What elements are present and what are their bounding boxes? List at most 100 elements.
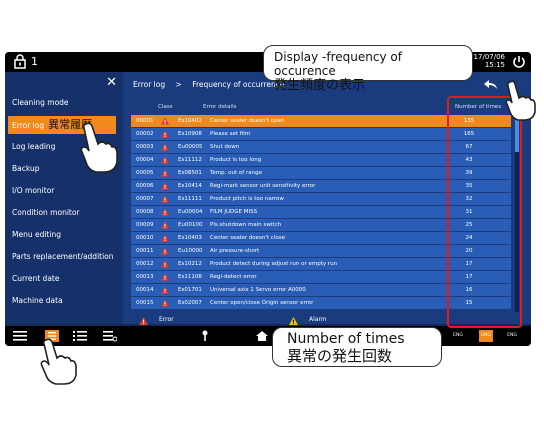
breadcrumb-current: Frequency of occurrence	[192, 80, 285, 89]
language-button-active[interactable]: ENG	[479, 330, 493, 342]
breadcrumb-root[interactable]: Error log	[133, 80, 165, 89]
error-code: Es11108	[178, 273, 202, 280]
error-details: Shut down	[210, 143, 240, 150]
back-arrow-icon[interactable]	[483, 79, 499, 91]
sidebar-item-label: Cleaning mode	[12, 98, 69, 107]
error-details: Regi-mark sensor unit sensitivity error	[210, 182, 316, 189]
sidebar-item-label: Current date	[12, 274, 60, 283]
error-details: Product pitch is too narrow	[210, 195, 284, 202]
sidebar-item-current-date[interactable]: Current date	[5, 270, 123, 288]
error-code: Es11112	[178, 156, 202, 163]
error-details: Product detect during adjust run or empt…	[210, 260, 338, 267]
error-details: Center sealer doesn't close	[210, 234, 285, 241]
callout-count-en: Number of times	[287, 331, 405, 347]
error-warning-icon	[161, 156, 169, 164]
time-text: 15:15	[484, 61, 505, 69]
row-number: 00007	[136, 195, 154, 202]
error-warning-icon	[161, 143, 169, 151]
error-code: Es10403	[178, 234, 202, 241]
error-warning-icon	[139, 317, 148, 325]
callout-frequency-jp: 発生頻度の表示	[274, 78, 366, 93]
error-details: Center sealer doesn't open	[210, 118, 285, 124]
error-details: Product is too long	[210, 156, 262, 163]
row-number: 00015	[136, 299, 154, 306]
error-warning-icon	[161, 117, 169, 125]
sidebar-item-label: Log leading	[12, 142, 56, 151]
callout-frequency-en: Display -frequency of occurence	[274, 50, 402, 78]
error-details: Air pressure-short	[210, 247, 260, 254]
language-label: ENG	[481, 333, 491, 338]
row-number: 00011	[136, 247, 154, 254]
column-header-details: Error details	[203, 104, 237, 110]
callout-count-jp: 異常の発生回数	[287, 347, 393, 365]
error-warning-icon	[161, 221, 169, 229]
error-warning-icon	[161, 273, 169, 281]
sidebar-item-label: I/O monitor	[12, 186, 55, 195]
sidebar-item-parts-replacement[interactable]: Parts replacement/addition	[5, 248, 123, 266]
error-details: Regi-detect error	[210, 273, 257, 280]
sidebar-item-label: Error log	[12, 121, 45, 130]
sidebar-item-menu-editing[interactable]: Menu editing	[5, 226, 123, 244]
row-number: 00004	[136, 156, 154, 163]
error-code: Es08501	[178, 169, 202, 176]
error-warning-icon	[161, 169, 169, 177]
sidebar-menu: ✕ Cleaning mode Error log 異常履歴 Log leadin…	[5, 72, 123, 324]
error-warning-icon	[161, 286, 169, 294]
callout-number-of-times: Number of times 異常の発生回数	[272, 327, 442, 367]
home-icon[interactable]	[255, 330, 269, 342]
pointing-hand-icon	[505, 80, 536, 121]
sidebar-item-condition-monitor[interactable]: Condition monitor	[5, 204, 123, 222]
sidebar-item-cleaning-mode[interactable]: Cleaning mode	[5, 94, 123, 112]
power-icon[interactable]	[511, 54, 527, 70]
row-number: 00012	[136, 260, 154, 267]
error-details: Please set film	[210, 130, 251, 137]
error-details: FILM JUDGE MISS	[210, 208, 258, 215]
pointing-hand-icon	[80, 122, 118, 173]
unit-number: 1	[31, 55, 38, 68]
language-button[interactable]: ENG	[451, 330, 465, 342]
error-details: Universal axis 1 Servo error A0000	[210, 286, 306, 293]
error-warning-icon	[161, 208, 169, 216]
datetime-display: 17/07/06 15:15	[474, 53, 505, 69]
row-number: 00005	[136, 169, 154, 176]
error-code: Es11111	[178, 195, 202, 202]
sidebar-item-label: Machine data	[12, 296, 63, 305]
row-number: 00003	[136, 143, 154, 150]
date-text: 17/07/06	[473, 53, 505, 61]
legend-error-label: Error	[159, 316, 174, 323]
error-code: Es10212	[178, 260, 202, 267]
key-icon[interactable]	[198, 330, 212, 342]
row-number: 00014	[136, 286, 154, 293]
error-warning-icon	[161, 234, 169, 242]
legend-alarm-label: Alarm	[309, 316, 327, 323]
bottom-bar: ENG ENG ENG	[5, 326, 531, 346]
row-number: 00002	[136, 130, 154, 137]
error-details: Temp. out of range	[210, 169, 262, 176]
column-header-class: Class	[158, 104, 173, 110]
row-number: 00009	[136, 221, 154, 228]
row-number: 00006	[136, 182, 154, 189]
sidebar-item-label: Menu editing	[12, 230, 61, 239]
alarm-warning-icon	[289, 317, 298, 325]
error-code: Es10414	[178, 182, 202, 189]
sidebar-item-machine-data[interactable]: Machine data	[5, 292, 123, 310]
error-code: Es01701	[178, 286, 202, 293]
callout-frequency: Display -frequency of occurence 発生頻度の表示	[263, 45, 473, 93]
settings-list-icon[interactable]	[103, 330, 117, 342]
error-warning-icon	[161, 260, 169, 268]
error-code: Es10402	[178, 118, 202, 124]
row-number: 00013	[136, 273, 154, 280]
sidebar-item-io-monitor[interactable]: I/O monitor	[5, 182, 123, 200]
close-icon[interactable]: ✕	[106, 76, 117, 89]
error-warning-icon	[161, 247, 169, 255]
error-code: Eu10000	[178, 247, 203, 254]
language-button-alt[interactable]: ENG	[505, 330, 519, 342]
menu-icon[interactable]	[13, 330, 27, 342]
count-column-highlight	[447, 96, 522, 328]
lock-icon[interactable]	[13, 54, 27, 69]
error-warning-icon	[161, 130, 169, 138]
error-code: Es10908	[178, 130, 202, 137]
error-warning-icon	[161, 299, 169, 307]
error-details: Center open/close Origin sensor error	[210, 299, 314, 306]
sidebar-item-label: Condition monitor	[12, 208, 80, 217]
